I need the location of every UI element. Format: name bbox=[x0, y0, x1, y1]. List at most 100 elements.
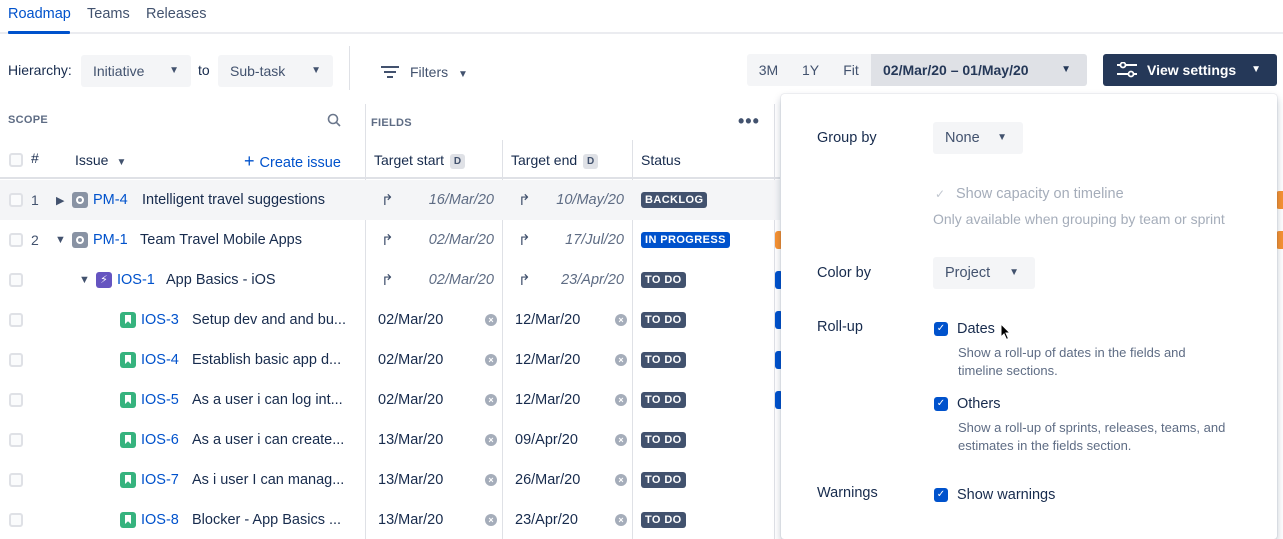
issue-title: As a user i can create... bbox=[192, 432, 345, 448]
clear-icon[interactable]: × bbox=[485, 514, 497, 526]
row-checkbox[interactable] bbox=[9, 473, 23, 487]
target-end-value[interactable]: 12/Mar/20 bbox=[515, 352, 580, 368]
clear-icon[interactable]: × bbox=[485, 394, 497, 406]
status-badge: TO DO bbox=[641, 312, 686, 328]
show-warnings-label: Show warnings bbox=[957, 487, 1056, 503]
toolbar-divider bbox=[349, 46, 350, 90]
target-end-value[interactable]: 23/Apr/20 bbox=[515, 512, 578, 528]
target-end-value[interactable]: 12/Mar/20 bbox=[515, 392, 580, 408]
rollup-arrow-icon: ↱ bbox=[518, 272, 531, 289]
date-range-dropdown[interactable]: 02/Mar/20 – 01/May/20 ▼ bbox=[871, 54, 1087, 86]
timeline-bar[interactable] bbox=[1276, 231, 1283, 249]
row-checkbox[interactable] bbox=[9, 393, 23, 407]
more-options-icon[interactable]: ••• bbox=[738, 111, 760, 132]
col-target-end-header[interactable]: Target end D bbox=[511, 152, 599, 169]
story-icon bbox=[120, 512, 136, 528]
rollup-arrow-icon: ↱ bbox=[381, 232, 394, 249]
target-start-value[interactable]: 02/Mar/20 bbox=[410, 272, 494, 288]
chevron-down-icon: ▼ bbox=[1251, 64, 1261, 75]
target-end-value[interactable]: 12/Mar/20 bbox=[515, 312, 580, 328]
story-icon bbox=[120, 312, 136, 328]
clear-icon[interactable]: × bbox=[485, 314, 497, 326]
others-description-line-1: Show a roll-up of sprints, releases, tea… bbox=[958, 420, 1226, 435]
initiative-icon bbox=[72, 232, 88, 248]
issue-key-link[interactable]: IOS-1 bbox=[117, 272, 155, 288]
hierarchy-from-value: Initiative bbox=[93, 63, 145, 79]
range-3m-button[interactable]: 3M bbox=[747, 54, 790, 86]
issue-key-link[interactable]: IOS-5 bbox=[141, 392, 179, 408]
clear-icon[interactable]: × bbox=[615, 394, 627, 406]
clear-icon[interactable]: × bbox=[615, 514, 627, 526]
view-settings-button[interactable]: View settings ▼ bbox=[1103, 54, 1277, 86]
chevron-down-icon[interactable]: ▼ bbox=[79, 274, 90, 286]
dates-description-line-2: timeline sections. bbox=[958, 363, 1058, 378]
row-checkbox[interactable] bbox=[9, 233, 23, 247]
chevron-right-icon[interactable]: ▶ bbox=[56, 194, 64, 207]
color-by-label: Color by bbox=[817, 265, 871, 281]
clear-icon[interactable]: × bbox=[485, 474, 497, 486]
target-start-value[interactable]: 13/Mar/20 bbox=[378, 432, 443, 448]
row-checkbox[interactable] bbox=[9, 433, 23, 447]
issue-key-link[interactable]: PM-1 bbox=[93, 232, 128, 248]
row-checkbox[interactable] bbox=[9, 273, 23, 287]
issue-key-link[interactable]: IOS-7 bbox=[141, 472, 179, 488]
clear-icon[interactable]: × bbox=[615, 314, 627, 326]
clear-icon[interactable]: × bbox=[615, 474, 627, 486]
target-start-value[interactable]: 02/Mar/20 bbox=[378, 312, 443, 328]
clear-icon[interactable]: × bbox=[615, 354, 627, 366]
timeline-bar[interactable] bbox=[1276, 191, 1283, 209]
select-all-checkbox[interactable] bbox=[9, 153, 23, 167]
target-start-value[interactable]: 13/Mar/20 bbox=[378, 512, 443, 528]
clear-icon[interactable]: × bbox=[615, 434, 627, 446]
dates-label: Dates bbox=[957, 321, 995, 337]
issue-key-link[interactable]: IOS-3 bbox=[141, 312, 179, 328]
target-end-value[interactable]: 26/Mar/20 bbox=[515, 472, 580, 488]
target-end-value[interactable]: 09/Apr/20 bbox=[515, 432, 578, 448]
hierarchy-to-value: Sub-task bbox=[230, 63, 286, 79]
col-target-start-header[interactable]: Target start D bbox=[374, 152, 466, 169]
issue-title: Setup dev and and bu... bbox=[192, 312, 346, 328]
issue-key-link[interactable]: IOS-6 bbox=[141, 432, 179, 448]
target-start-value[interactable]: 02/Mar/20 bbox=[378, 352, 443, 368]
others-checkbox[interactable]: ✓ bbox=[934, 397, 948, 411]
issue-key-link[interactable]: PM-4 bbox=[93, 192, 128, 208]
warnings-label: Warnings bbox=[817, 485, 878, 501]
target-start-value[interactable]: 02/Mar/20 bbox=[410, 232, 494, 248]
hierarchy-to-dropdown[interactable]: Sub-task ▼ bbox=[218, 55, 333, 87]
row-checkbox[interactable] bbox=[9, 353, 23, 367]
dates-checkbox[interactable]: ✓ bbox=[934, 322, 948, 336]
target-end-value[interactable]: 10/May/20 bbox=[540, 192, 624, 208]
row-checkbox[interactable] bbox=[9, 513, 23, 527]
target-end-value[interactable]: 17/Jul/20 bbox=[540, 232, 624, 248]
range-fit-button[interactable]: Fit bbox=[831, 54, 871, 86]
tab-teams[interactable]: Teams bbox=[87, 6, 130, 22]
mouse-cursor-icon bbox=[1000, 323, 1012, 341]
clear-icon[interactable]: × bbox=[485, 354, 497, 366]
col-issue-header[interactable]: Issue ▼ bbox=[75, 152, 126, 168]
color-by-dropdown[interactable]: Project ▼ bbox=[933, 257, 1035, 289]
target-end-value[interactable]: 23/Apr/20 bbox=[540, 272, 624, 288]
filters-button[interactable]: Filters ▼ bbox=[378, 56, 478, 88]
row-checkbox[interactable] bbox=[9, 193, 23, 207]
status-badge: TO DO bbox=[641, 432, 686, 448]
range-1y-button[interactable]: 1Y bbox=[790, 54, 831, 86]
row-checkbox[interactable] bbox=[9, 313, 23, 327]
rollup-arrow-icon: ↱ bbox=[518, 232, 531, 249]
issue-key-link[interactable]: IOS-4 bbox=[141, 352, 179, 368]
tab-releases[interactable]: Releases bbox=[146, 6, 206, 22]
create-issue-button[interactable]: + Create issue bbox=[244, 151, 341, 172]
clear-icon[interactable]: × bbox=[485, 434, 497, 446]
target-start-value[interactable]: 02/Mar/20 bbox=[378, 392, 443, 408]
show-warnings-checkbox[interactable]: ✓ bbox=[934, 488, 948, 502]
chevron-down-icon[interactable]: ▼ bbox=[55, 234, 66, 246]
target-start-value[interactable]: 16/Mar/20 bbox=[410, 192, 494, 208]
tab-roadmap[interactable]: Roadmap bbox=[8, 6, 71, 22]
status-badge: TO DO bbox=[641, 472, 686, 488]
group-by-dropdown[interactable]: None ▼ bbox=[933, 122, 1023, 154]
col-status-header: Status bbox=[641, 152, 681, 168]
capacity-note: Only available when grouping by team or … bbox=[933, 211, 1225, 227]
issue-key-link[interactable]: IOS-8 bbox=[141, 512, 179, 528]
hierarchy-from-dropdown[interactable]: Initiative ▼ bbox=[81, 55, 191, 87]
target-start-value[interactable]: 13/Mar/20 bbox=[378, 472, 443, 488]
search-icon[interactable] bbox=[327, 113, 341, 127]
